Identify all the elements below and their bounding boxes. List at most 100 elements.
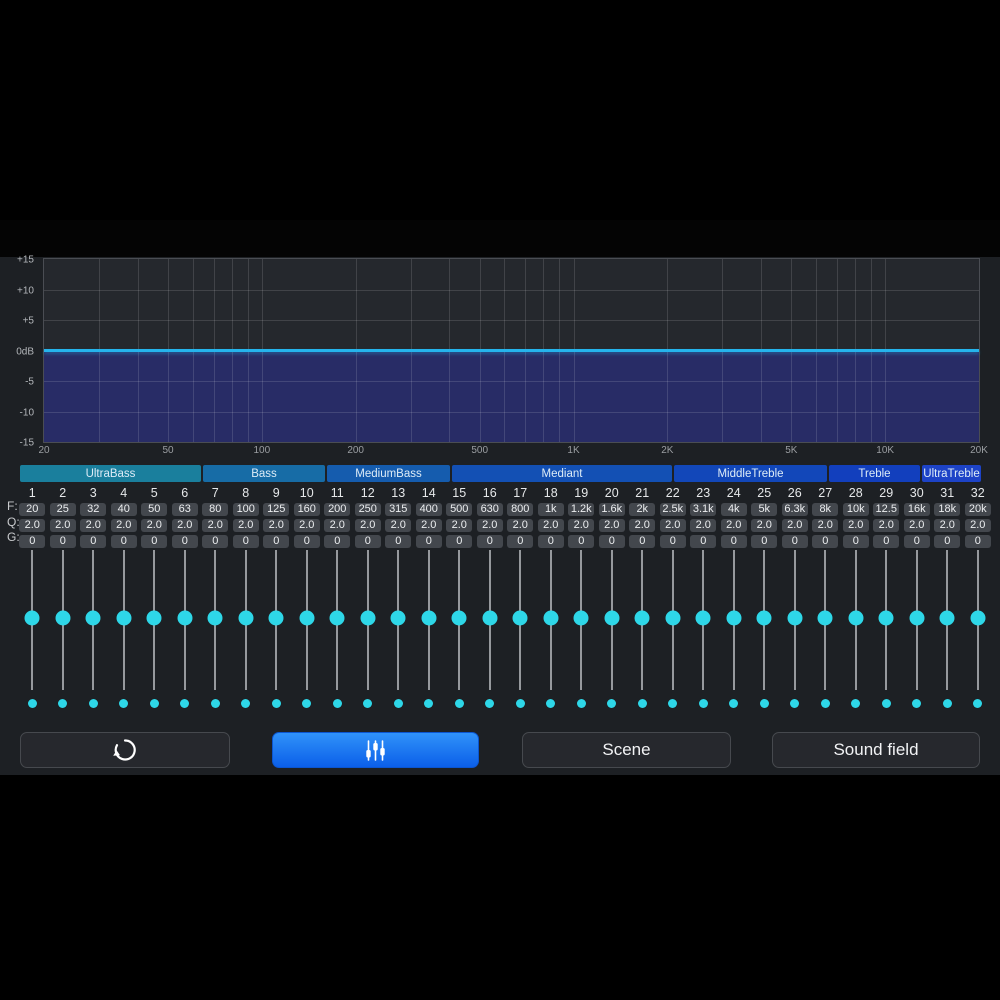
slider-knob[interactable] (848, 610, 864, 626)
gain-slider[interactable] (17, 550, 48, 690)
gain-slider[interactable] (902, 550, 933, 690)
q-value-chip[interactable]: 2.0 (873, 519, 900, 532)
gain-slider[interactable] (48, 550, 79, 690)
freq-value-chip[interactable]: 63 (171, 503, 198, 516)
slider-knob[interactable] (421, 610, 437, 626)
gain-slider[interactable] (170, 550, 201, 690)
gain-value-chip[interactable]: 0 (842, 535, 869, 548)
slider-knob[interactable] (878, 610, 894, 626)
gain-value-chip[interactable]: 0 (964, 535, 991, 548)
gain-value-chip[interactable]: 0 (324, 535, 351, 548)
gain-slider[interactable] (353, 550, 384, 690)
slider-knob[interactable] (939, 610, 955, 626)
q-value-chip[interactable]: 2.0 (171, 519, 198, 532)
gain-slider[interactable] (78, 550, 109, 690)
gain-slider[interactable] (414, 550, 445, 690)
gain-value-chip[interactable]: 0 (873, 535, 900, 548)
freq-value-chip[interactable]: 32 (80, 503, 107, 516)
freq-value-chip[interactable]: 250 (354, 503, 381, 516)
gain-value-chip[interactable]: 0 (80, 535, 107, 548)
q-value-chip[interactable]: 2.0 (903, 519, 930, 532)
freq-value-chip[interactable]: 160 (293, 503, 320, 516)
slider-knob[interactable] (695, 610, 711, 626)
gain-slider[interactable] (536, 550, 567, 690)
gain-slider[interactable] (963, 550, 994, 690)
slider-knob[interactable] (207, 610, 223, 626)
freq-value-chip[interactable]: 125 (263, 503, 290, 516)
q-value-chip[interactable]: 2.0 (110, 519, 137, 532)
slider-knob[interactable] (299, 610, 315, 626)
gain-value-chip[interactable]: 0 (690, 535, 717, 548)
gain-slider[interactable] (109, 550, 140, 690)
q-value-chip[interactable]: 2.0 (415, 519, 442, 532)
slider-knob[interactable] (512, 610, 528, 626)
gain-value-chip[interactable]: 0 (598, 535, 625, 548)
gain-slider[interactable] (475, 550, 506, 690)
gain-slider[interactable] (261, 550, 292, 690)
freq-value-chip[interactable]: 2.5k (659, 503, 686, 516)
freq-value-chip[interactable]: 100 (232, 503, 259, 516)
freq-value-chip[interactable]: 1.6k (598, 503, 625, 516)
gain-value-chip[interactable]: 0 (171, 535, 198, 548)
gain-slider[interactable] (658, 550, 689, 690)
scene-button[interactable]: Scene (522, 732, 731, 768)
sound-field-button[interactable]: Sound field (772, 732, 980, 768)
gain-value-chip[interactable]: 0 (263, 535, 290, 548)
slider-knob[interactable] (543, 610, 559, 626)
gain-slider[interactable] (231, 550, 262, 690)
q-value-chip[interactable]: 2.0 (537, 519, 564, 532)
gain-value-chip[interactable]: 0 (49, 535, 76, 548)
gain-slider[interactable] (871, 550, 902, 690)
gain-slider[interactable] (597, 550, 628, 690)
slider-knob[interactable] (116, 610, 132, 626)
freq-value-chip[interactable]: 5k (751, 503, 778, 516)
freq-value-chip[interactable]: 10k (842, 503, 869, 516)
q-value-chip[interactable]: 2.0 (812, 519, 839, 532)
gain-value-chip[interactable]: 0 (659, 535, 686, 548)
slider-knob[interactable] (24, 610, 40, 626)
reset-button[interactable] (20, 732, 230, 768)
slider-knob[interactable] (665, 610, 681, 626)
q-value-chip[interactable]: 2.0 (446, 519, 473, 532)
slider-knob[interactable] (787, 610, 803, 626)
gain-slider[interactable] (841, 550, 872, 690)
gain-slider[interactable] (139, 550, 170, 690)
slider-knob[interactable] (329, 610, 345, 626)
gain-slider[interactable] (200, 550, 231, 690)
slider-knob[interactable] (604, 610, 620, 626)
gain-slider[interactable] (505, 550, 536, 690)
q-value-chip[interactable]: 2.0 (293, 519, 320, 532)
slider-knob[interactable] (482, 610, 498, 626)
freq-value-chip[interactable]: 630 (476, 503, 503, 516)
gain-value-chip[interactable]: 0 (781, 535, 808, 548)
gain-value-chip[interactable]: 0 (507, 535, 534, 548)
freq-value-chip[interactable]: 4k (720, 503, 747, 516)
gain-value-chip[interactable]: 0 (476, 535, 503, 548)
q-value-chip[interactable]: 2.0 (232, 519, 259, 532)
gain-value-chip[interactable]: 0 (110, 535, 137, 548)
gain-value-chip[interactable]: 0 (934, 535, 961, 548)
slider-knob[interactable] (970, 610, 986, 626)
q-value-chip[interactable]: 2.0 (49, 519, 76, 532)
gain-slider[interactable] (719, 550, 750, 690)
gain-value-chip[interactable]: 0 (537, 535, 564, 548)
freq-value-chip[interactable]: 6.3k (781, 503, 808, 516)
q-value-chip[interactable]: 2.0 (842, 519, 869, 532)
gain-slider[interactable] (688, 550, 719, 690)
q-value-chip[interactable]: 2.0 (751, 519, 778, 532)
slider-knob[interactable] (85, 610, 101, 626)
q-value-chip[interactable]: 2.0 (781, 519, 808, 532)
gain-value-chip[interactable]: 0 (812, 535, 839, 548)
q-value-chip[interactable]: 2.0 (476, 519, 503, 532)
freq-value-chip[interactable]: 80 (202, 503, 229, 516)
freq-value-chip[interactable]: 400 (415, 503, 442, 516)
q-value-chip[interactable]: 2.0 (324, 519, 351, 532)
q-value-chip[interactable]: 2.0 (690, 519, 717, 532)
freq-value-chip[interactable]: 315 (385, 503, 412, 516)
freq-value-chip[interactable]: 12.5 (873, 503, 900, 516)
freq-value-chip[interactable]: 20 (19, 503, 46, 516)
q-value-chip[interactable]: 2.0 (934, 519, 961, 532)
q-value-chip[interactable]: 2.0 (141, 519, 168, 532)
slider-knob[interactable] (451, 610, 467, 626)
slider-knob[interactable] (55, 610, 71, 626)
